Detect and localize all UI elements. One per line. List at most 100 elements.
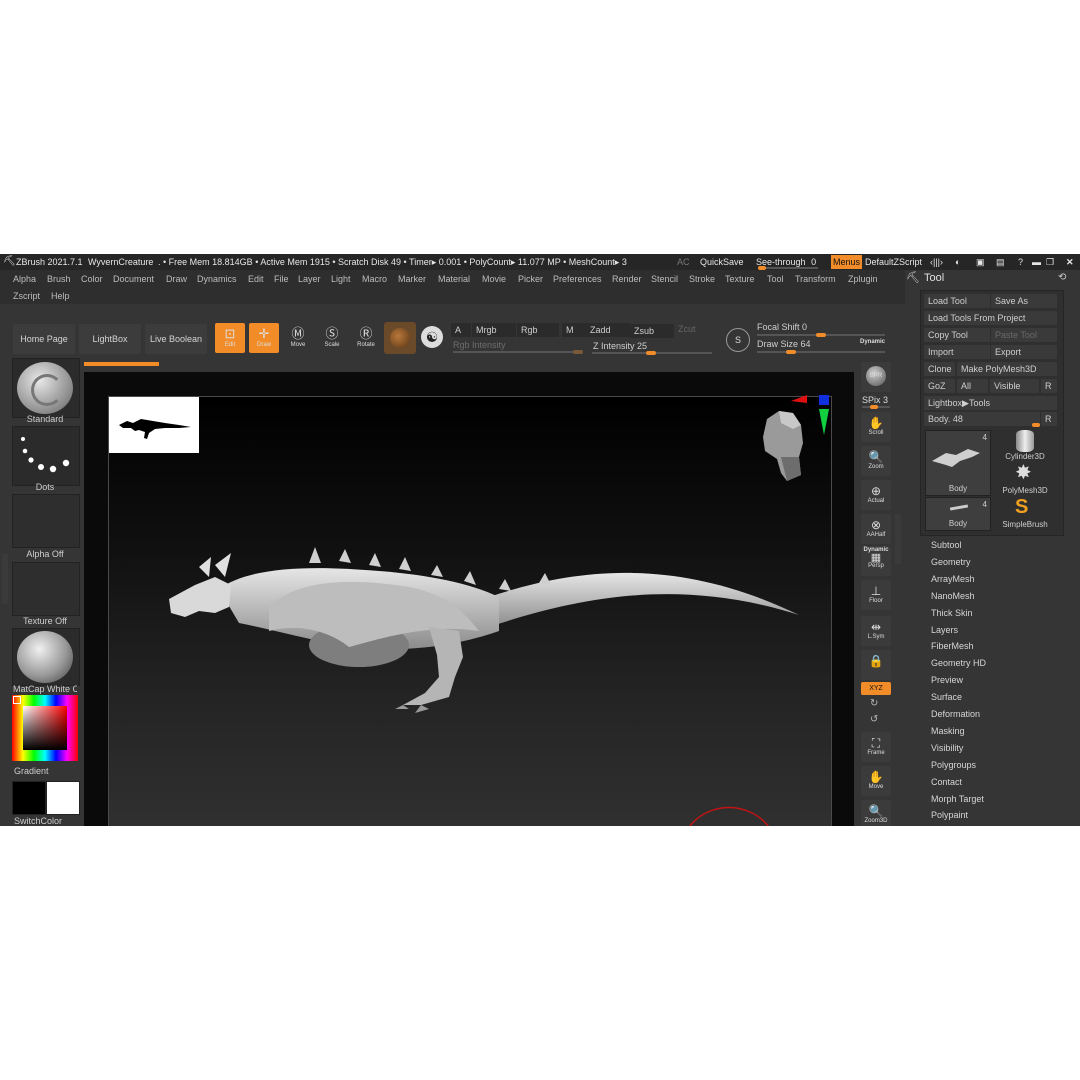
subpalette-nanomesh[interactable]: NanoMesh: [931, 591, 975, 601]
zsub-toggle[interactable]: Zsub: [630, 324, 674, 338]
r-body-button[interactable]: R: [1041, 412, 1057, 426]
import-button[interactable]: Import: [924, 345, 990, 359]
material-selector[interactable]: [12, 628, 80, 686]
r-button[interactable]: R: [1041, 379, 1057, 393]
lock-button[interactable]: 🔒: [861, 650, 891, 680]
load-tool-button[interactable]: Load Tool: [924, 294, 990, 308]
dynamic-toggle[interactable]: Dynamic: [860, 339, 885, 345]
tool-thumb-polymesh3d[interactable]: ✸ PolyMesh3D: [993, 462, 1057, 496]
a-toggle[interactable]: A: [451, 323, 471, 337]
menu-tool[interactable]: Tool: [767, 274, 784, 284]
lightbox-tools-button[interactable]: Lightbox▶Tools: [924, 396, 1057, 410]
m-toggle[interactable]: M: [562, 323, 586, 337]
menu-layer[interactable]: Layer: [298, 274, 321, 284]
subpalette-deformation[interactable]: Deformation: [931, 709, 980, 719]
switch-color-button[interactable]: SwitchColor: [14, 816, 62, 826]
subpalette-geometry-hd[interactable]: Geometry HD: [931, 658, 986, 668]
texture-selector[interactable]: [12, 562, 80, 616]
menu-help[interactable]: Help: [51, 291, 70, 301]
menu-draw[interactable]: Draw: [166, 274, 187, 284]
rgb-toggle[interactable]: Rgb: [517, 323, 559, 337]
persp-button[interactable]: Dynamic ▦ Persp: [861, 546, 891, 576]
tool-thumb-cylinder3d[interactable]: Cylinder3D: [993, 428, 1057, 462]
save-as-button[interactable]: Save As: [991, 294, 1057, 308]
gradient-toggle[interactable]: Gradient: [14, 766, 49, 776]
brush-selector[interactable]: [12, 358, 80, 418]
zcut-toggle[interactable]: Zcut: [678, 324, 696, 334]
subpalette-contact[interactable]: Contact: [931, 777, 962, 787]
menu-render[interactable]: Render: [612, 274, 642, 284]
aahalf-button[interactable]: ⊗ AAHalf: [861, 514, 891, 544]
subpalette-morph-target[interactable]: Morph Target: [931, 794, 984, 804]
right-tray-toggle[interactable]: [895, 514, 901, 564]
lazy-mouse-icon[interactable]: S: [726, 328, 750, 352]
menu-brush[interactable]: Brush: [47, 274, 71, 284]
menu-texture[interactable]: Texture: [725, 274, 755, 284]
subpalette-arraymesh[interactable]: ArrayMesh: [931, 574, 975, 584]
subpalette-masking[interactable]: Masking: [931, 726, 965, 736]
bpr-button[interactable]: BPR: [861, 362, 891, 392]
help-icon[interactable]: ?: [1018, 254, 1023, 270]
layout-arrows-icon[interactable]: ‹|||›: [930, 254, 943, 270]
menu-movie[interactable]: Movie: [482, 274, 506, 284]
left-tray-toggle[interactable]: [2, 554, 8, 604]
menu-macro[interactable]: Macro: [362, 274, 387, 284]
rgb-intensity-slider[interactable]: Rgb Intensity: [453, 340, 506, 350]
scale-button[interactable]: Ⓢ Scale: [317, 323, 347, 353]
quicksave-button[interactable]: QuickSave: [700, 254, 744, 270]
menu-dynamics[interactable]: Dynamics: [197, 274, 237, 284]
secondary-color-swatch[interactable]: [46, 781, 80, 815]
material-swatch[interactable]: [384, 322, 416, 354]
menu-preferences[interactable]: Preferences: [553, 274, 602, 284]
visible-button[interactable]: Visible: [990, 379, 1039, 393]
subpalette-polygroups[interactable]: Polygroups: [931, 760, 976, 770]
body-slider[interactable]: Body. 48: [924, 412, 1040, 426]
move-button[interactable]: Ⓜ Move: [283, 323, 313, 353]
menu-color[interactable]: Color: [81, 274, 103, 284]
menu-stroke[interactable]: Stroke: [689, 274, 715, 284]
subpalette-layers[interactable]: Layers: [931, 625, 958, 635]
menus-toggle[interactable]: Menus: [831, 255, 863, 269]
menu-light[interactable]: Light: [331, 274, 351, 284]
menu-alpha[interactable]: Alpha: [13, 274, 36, 284]
navigation-head-gizmo[interactable]: [757, 395, 837, 487]
make-polymesh-button[interactable]: Make PolyMesh3D: [957, 362, 1057, 376]
menu-transform[interactable]: Transform: [795, 274, 836, 284]
scroll-button[interactable]: ✋ Scroll: [861, 412, 891, 442]
copy-tool-button[interactable]: Copy Tool: [924, 328, 990, 342]
edit-button[interactable]: ⊡ Edit: [215, 323, 245, 353]
clone-button[interactable]: Clone: [924, 362, 955, 376]
frame-button[interactable]: ⛶ Frame: [861, 732, 891, 762]
document-viewport[interactable]: [108, 395, 832, 826]
ac-button[interactable]: AC: [677, 254, 690, 270]
tool-palette-title[interactable]: Tool: [924, 272, 944, 284]
ui-config-icon[interactable]: ▤: [996, 254, 1005, 270]
rotate-button[interactable]: Ⓡ Rotate: [351, 323, 381, 353]
lsym-button[interactable]: ⇹ L.Sym: [861, 616, 891, 646]
z-intensity-slider[interactable]: Z Intensity 25: [593, 341, 647, 351]
menu-material[interactable]: Material: [438, 274, 470, 284]
ui-layout-icon[interactable]: ▣: [976, 254, 985, 270]
home-page-button[interactable]: Home Page: [13, 324, 75, 354]
stroke-selector[interactable]: [12, 426, 80, 486]
tool-thumb-body[interactable]: 4 Body: [925, 430, 991, 496]
subpalette-geometry[interactable]: Geometry: [931, 557, 971, 567]
subpalette-fibermesh[interactable]: FiberMesh: [931, 641, 974, 651]
tool-thumb-simplebrush[interactable]: S SimpleBrush: [993, 496, 1057, 530]
all-button[interactable]: All: [957, 379, 988, 393]
xyz-button[interactable]: XYZ: [861, 682, 891, 695]
move-view-button[interactable]: ✋ Move: [861, 766, 891, 796]
live-boolean-button[interactable]: Live Boolean: [145, 324, 207, 354]
subpalette-preview[interactable]: Preview: [931, 675, 963, 685]
focal-shift-slider[interactable]: Focal Shift 0: [757, 322, 807, 332]
draw-button[interactable]: ✛ Draw: [249, 323, 279, 353]
default-zscript[interactable]: DefaultZScript: [865, 254, 922, 270]
subpalette-surface[interactable]: Surface: [931, 692, 962, 702]
subpalette-polypaint[interactable]: Polypaint: [931, 810, 968, 820]
minimize-icon[interactable]: ▬: [1032, 254, 1041, 270]
menu-picker[interactable]: Picker: [518, 274, 543, 284]
lightbox-button[interactable]: LightBox: [79, 324, 141, 354]
export-button[interactable]: Export: [991, 345, 1057, 359]
stroke-spiral-icon[interactable]: ☯: [421, 326, 443, 348]
subpalette-thick-skin[interactable]: Thick Skin: [931, 608, 973, 618]
